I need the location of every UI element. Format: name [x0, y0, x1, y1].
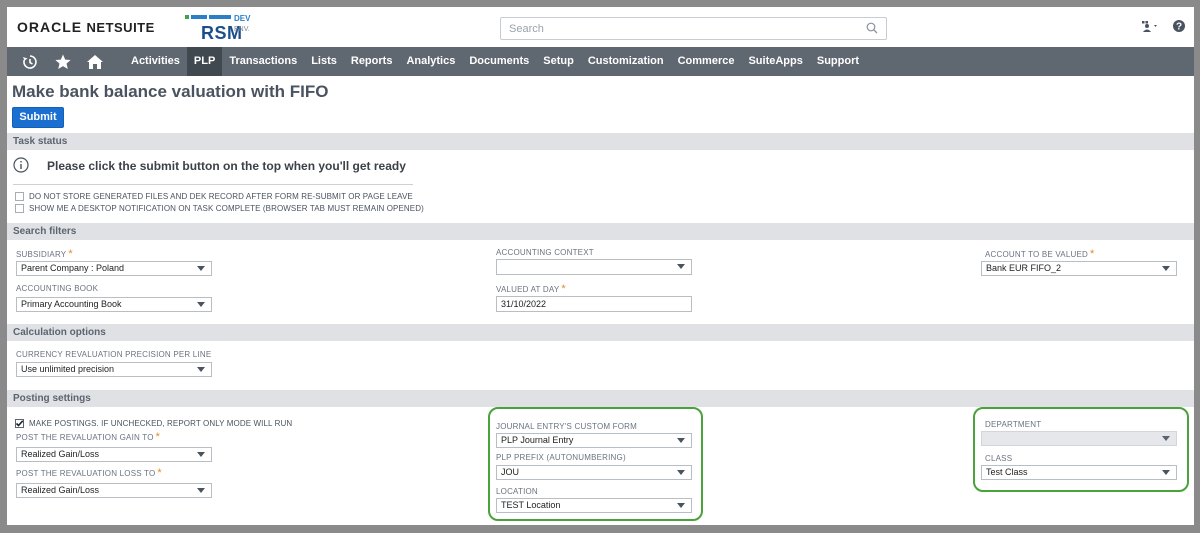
nav-item-support[interactable]: Support [810, 47, 866, 76]
check-icon [15, 420, 24, 427]
make-postings-label: MAKE POSTINGS. IF UNCHECKED, REPORT ONLY… [29, 419, 293, 429]
home-icon[interactable] [86, 53, 104, 71]
nav-menu: Activities PLP Transactions Lists Reports Ana… [124, 47, 866, 76]
chevron-down-icon [677, 503, 685, 508]
gain-to-label: POST THE REVALUATION GAIN TO * [16, 431, 161, 443]
notify-checkbox-row: SHOW ME A DESKTOP NOTIFICATION ON TASK C… [15, 200, 424, 214]
loss-to-label: POST THE REVALUATION LOSS TO * [16, 467, 162, 479]
nav-item-setup[interactable]: Setup [536, 47, 581, 76]
account-to-be-valued-label: ACCOUNT TO BE VALUED * [985, 248, 1095, 260]
global-search [500, 17, 887, 40]
star-icon[interactable] [54, 53, 72, 71]
chevron-down-icon [1162, 266, 1170, 271]
accounting-book-label: ACCOUNTING BOOK [16, 284, 99, 293]
section-calculation-options[interactable]: Calculation options [7, 324, 1194, 341]
logo-oracle-text: ORACLE [17, 19, 83, 35]
plp-prefix-label: PLP PREFIX (AUTONUMBERING) [496, 453, 626, 462]
accounting-context-label: ACCOUNTING CONTEXT [496, 248, 594, 257]
header-right-tools: ? [1132, 19, 1186, 38]
location-select[interactable]: TEST Location [496, 498, 692, 513]
main-nav-bar: Activities PLP Transactions Lists Reports Ana… [7, 47, 1194, 76]
je-custom-form-label: JOURNAL ENTRY'S CUSTOM FORM [496, 422, 638, 431]
submit-button[interactable]: Submit [12, 107, 64, 128]
nav-item-suiteapps[interactable]: SuiteApps [741, 47, 809, 76]
chevron-down-icon [197, 367, 205, 372]
valued-at-day-input[interactable] [496, 296, 692, 312]
section-posting-settings[interactable]: Posting settings [7, 390, 1194, 407]
subsidiary-select[interactable]: Parent Company : Poland [16, 261, 212, 276]
make-postings-checkbox[interactable] [15, 419, 24, 429]
rsm-dev-logo: RSM DEV ENV. [185, 13, 265, 43]
nav-item-customization[interactable]: Customization [581, 47, 671, 76]
svg-text:?: ? [1176, 22, 1182, 33]
divider [13, 184, 413, 185]
nav-item-activities[interactable]: Activities [124, 47, 187, 76]
logo-netsuite-text: NETSUITE [86, 20, 155, 35]
valued-at-day-label: VALUED AT DAY * [496, 283, 566, 295]
chevron-down-icon [1162, 470, 1170, 475]
no-store-checkbox-row: DO NOT STORE GENERATED FILES AND DEK REC… [15, 188, 413, 202]
chevron-down-icon [677, 264, 685, 269]
subsidiary-label: SUBSIDIARY * [16, 248, 73, 260]
precision-select[interactable]: Use unlimited precision [16, 362, 212, 377]
department-select[interactable] [981, 431, 1177, 446]
account-to-be-valued-select[interactable]: Bank EUR FIFO_2 [981, 261, 1177, 276]
search-input[interactable] [501, 18, 851, 39]
notify-checkbox-label: SHOW ME A DESKTOP NOTIFICATION ON TASK C… [29, 204, 424, 214]
loss-to-select[interactable]: Realized Gain/Loss [16, 483, 212, 498]
top-header: ORACLE NETSUITE RSM DEV ENV. Search ? [7, 7, 1194, 47]
info-icon [13, 157, 29, 173]
chevron-down-icon [197, 266, 205, 271]
chevron-down-icon [1162, 436, 1170, 441]
notify-checkbox[interactable] [15, 204, 24, 214]
nav-item-plp[interactable]: PLP [186, 47, 223, 76]
oracle-netsuite-logo[interactable]: ORACLE NETSUITE [17, 19, 155, 35]
dev-env-label: DEV [234, 14, 251, 23]
plp-prefix-select[interactable]: JOU [496, 465, 692, 480]
nav-item-reports[interactable]: Reports [344, 47, 400, 76]
user-role-icon[interactable] [1140, 19, 1160, 38]
nav-item-documents[interactable]: Documents [462, 47, 536, 76]
department-label: DEPARTMENT [985, 420, 1042, 429]
env-label: ENV. [234, 26, 250, 33]
nav-item-lists[interactable]: Lists [304, 47, 344, 76]
search-icon[interactable] [866, 22, 878, 34]
chevron-down-icon [197, 488, 205, 493]
location-label: LOCATION [496, 487, 538, 496]
app-window: ORACLE NETSUITE RSM DEV ENV. Search ? Ac… [7, 7, 1194, 525]
accounting-context-select[interactable] [496, 259, 692, 275]
section-task-status[interactable]: Task status [7, 133, 1194, 150]
chevron-down-icon [677, 438, 685, 443]
class-label: CLASS [985, 454, 1013, 463]
class-select[interactable]: Test Class [981, 465, 1177, 480]
je-custom-form-select[interactable]: PLP Journal Entry [496, 433, 692, 448]
precision-label: CURRENCY REVALUATION PRECISION PER LINE [16, 350, 212, 359]
section-search-filters[interactable]: Search filters [7, 223, 1194, 240]
info-message-text: Please click the submit button on the to… [47, 159, 406, 173]
page-title: Make bank balance valuation with FIFO [12, 82, 329, 101]
chevron-down-icon [677, 470, 685, 475]
accounting-book-select[interactable]: Primary Accounting Book [16, 297, 212, 312]
chevron-down-icon [197, 302, 205, 307]
nav-item-analytics[interactable]: Analytics [399, 47, 462, 76]
make-postings-checkbox-row: MAKE POSTINGS. IF UNCHECKED, REPORT ONLY… [15, 415, 293, 429]
gain-to-select[interactable]: Realized Gain/Loss [16, 447, 212, 462]
chevron-down-icon [197, 452, 205, 457]
help-icon[interactable]: ? [1172, 19, 1186, 38]
nav-item-transactions[interactable]: Transactions [222, 47, 304, 76]
recent-icon[interactable] [21, 53, 39, 71]
nav-item-commerce[interactable]: Commerce [671, 47, 742, 76]
